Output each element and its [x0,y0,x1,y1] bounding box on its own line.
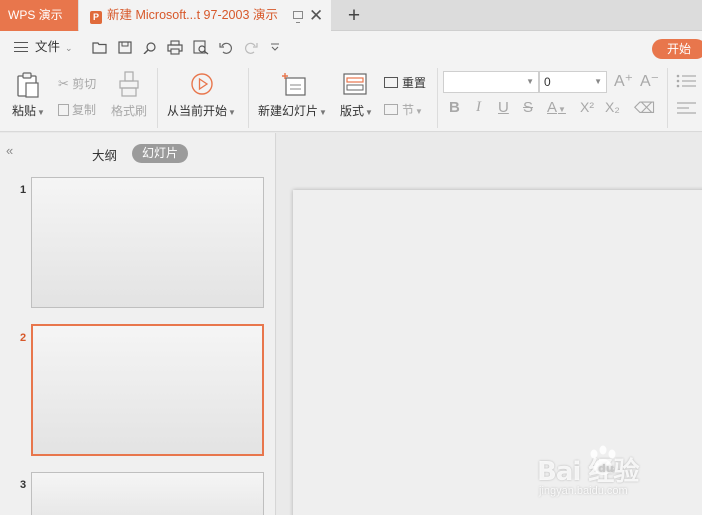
slide-number: 2 [20,332,27,344]
hamburger-icon [14,42,28,52]
chevron-down-icon: ▼ [319,108,327,117]
chevron-down-icon: ▼ [415,107,423,116]
copy-icon [58,104,69,116]
format-painter-button[interactable]: 格式刷 [111,102,147,119]
ribbon-separator [437,68,438,128]
save-icon[interactable] [118,41,132,54]
undo-icon[interactable] [219,41,233,54]
chevron-down-icon: ▼ [365,108,373,117]
font-color-glyph: A [547,99,558,116]
slide-thumbnail[interactable] [31,472,264,515]
close-tab-icon[interactable]: ✕ [309,0,323,31]
chevron-down-icon: ▼ [228,108,236,117]
more-icon[interactable] [270,43,280,53]
slide-number: 3 [20,479,27,491]
font-size-value: 0 [544,75,551,89]
subscript-button[interactable]: X₂ [605,99,620,115]
chevron-down-icon: ▼ [594,77,602,86]
new-slide-icon[interactable] [281,72,307,96]
presentation-file-icon: P [90,11,102,24]
reset-label: 重置 [402,76,427,90]
tab-outline[interactable]: 大纲 [92,145,117,164]
ribbon-separator [157,68,158,128]
monitor-icon[interactable] [293,11,303,23]
increase-font-size-button[interactable]: A⁺ [614,71,633,91]
slide-thumbnail[interactable] [31,177,264,308]
file-menu-button[interactable]: 文件 ⌄ [14,31,73,64]
layout-button[interactable]: 版式▼ [340,102,373,119]
section-label: 节 [402,103,415,117]
title-tab-bar: WPS 演示 P 新建 Microsoft...t 97-2003 演示 ✕ + [0,0,702,31]
font-color-button[interactable]: A▼ [547,99,566,116]
reset-button[interactable]: 重置 [384,74,426,91]
decrease-font-size-button[interactable]: A⁻ [640,71,659,91]
superscript-button[interactable]: X² [580,99,594,115]
ribbon-separator [248,68,249,128]
scissors-icon: ✂ [58,76,69,91]
document-tab[interactable]: P 新建 Microsoft...t 97-2003 演示 ✕ [79,0,331,31]
underline-button[interactable]: U [498,99,509,116]
paw-logo-icon: du [590,445,616,475]
chevron-down-icon: ▼ [558,105,566,114]
print-icon[interactable] [167,40,183,55]
quick-access-bar: 文件 ⌄ [0,31,702,64]
open-folder-icon[interactable] [92,41,108,54]
find-icon[interactable] [143,41,157,54]
slide-number: 1 [20,184,27,196]
bold-button[interactable]: B [449,99,460,116]
bullet-list-icon[interactable] [676,74,696,88]
layout-label: 版式 [340,104,365,118]
file-menu-label: 文件 [35,40,61,54]
clear-formatting-button[interactable]: ⌫ [634,99,655,117]
start-tab[interactable]: 开始 [652,39,702,59]
font-size-select[interactable]: 0 ▼ [539,71,607,93]
svg-text:du: du [598,462,614,475]
watermark-url: jingyan.baidu.com [539,485,628,497]
paste-icon[interactable] [16,72,40,98]
collapse-panel-icon[interactable]: « [6,143,13,158]
play-from-current-label: 从当前开始 [167,104,228,118]
slide-thumbnail-selected[interactable] [31,324,264,456]
cut-button[interactable]: ✂ 剪切 [58,75,96,92]
paste-button[interactable]: 粘贴▼ [12,102,45,119]
section-button[interactable]: 节▼ [384,101,423,118]
copy-label: 复制 [72,103,97,117]
ribbon-home: 粘贴▼ ✂ 剪切 复制 格式刷 从当前开始▼ 新建幻灯片▼ 版式▼ 重置 节▼ … [0,64,702,132]
play-from-current-button[interactable]: 从当前开始▼ [167,102,236,119]
italic-button[interactable]: I [476,99,481,116]
document-tab-title: 新建 Microsoft...t 97-2003 演示 [107,8,278,22]
ribbon-separator [667,68,668,128]
reset-icon [384,77,398,88]
paste-label: 粘贴 [12,104,37,118]
chevron-down-icon: ▼ [526,77,534,86]
new-slide-label: 新建幻灯片 [258,104,319,118]
layout-icon[interactable] [343,73,367,95]
baidu-jingyan-watermark: Bai 经验 du jingyan.baidu.com [537,445,677,505]
redo-icon[interactable] [244,41,258,54]
chevron-down-icon: ⌄ [65,43,73,53]
play-icon[interactable] [190,72,214,96]
chevron-down-icon: ▼ [37,108,45,117]
print-preview-icon[interactable] [193,40,209,55]
strikethrough-button[interactable]: S [523,99,533,116]
slide-navigation-panel: « 大纲 幻灯片 1 2 3 [0,133,276,515]
section-icon [384,104,398,115]
align-left-icon[interactable] [676,102,696,114]
cut-label: 剪切 [72,77,97,91]
tab-slides[interactable]: 幻灯片 [132,144,188,163]
new-slide-button[interactable]: 新建幻灯片▼ [258,102,327,119]
app-tab-wps[interactable]: WPS 演示 [0,0,78,31]
copy-button[interactable]: 复制 [58,101,96,118]
font-name-select[interactable]: ▼ [443,71,539,93]
format-painter-icon[interactable] [118,71,140,97]
new-tab-button[interactable]: + [343,0,365,31]
